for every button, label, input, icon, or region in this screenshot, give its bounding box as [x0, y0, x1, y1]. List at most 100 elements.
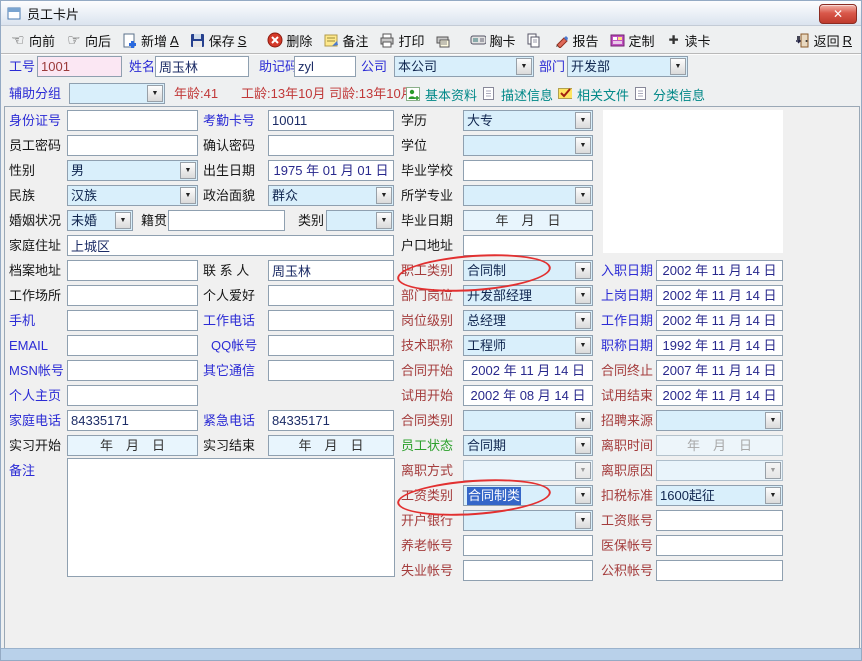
- chevron-down-icon[interactable]: [575, 337, 591, 354]
- grad-date-field[interactable]: 年 月 日: [463, 210, 593, 231]
- hukou-input[interactable]: [463, 235, 593, 256]
- pension-input[interactable]: [463, 535, 593, 556]
- contract-type-select[interactable]: [463, 410, 593, 431]
- emg-phone-input[interactable]: [268, 410, 394, 431]
- chevron-down-icon[interactable]: [575, 287, 591, 304]
- intern-start-date-field[interactable]: 年 月 日: [67, 435, 198, 456]
- tab-description-info[interactable]: 描述信息: [501, 85, 553, 104]
- other-comm-input[interactable]: [268, 360, 394, 381]
- salary-acct-input[interactable]: [656, 510, 783, 531]
- hire-date-field[interactable]: 2002 年 11 月 14 日: [656, 260, 783, 281]
- att-card-input[interactable]: [268, 110, 394, 131]
- emp-type-select[interactable]: 合同制: [463, 260, 593, 281]
- birth-date-field[interactable]: 1975 年 01 月 01 日: [268, 160, 394, 181]
- company-select[interactable]: 本公司: [394, 56, 534, 77]
- marital-select[interactable]: 未婚: [67, 210, 133, 231]
- tech-title-select[interactable]: 工程师: [463, 335, 593, 356]
- department-select[interactable]: 开发部: [567, 56, 688, 77]
- chevron-down-icon[interactable]: [516, 58, 532, 75]
- workplace-input[interactable]: [67, 285, 198, 306]
- mobile-input[interactable]: [67, 310, 198, 331]
- close-button[interactable]: ✕: [819, 4, 857, 24]
- chevron-down-icon[interactable]: [575, 312, 591, 329]
- intern-end-date-field[interactable]: 年 月 日: [268, 435, 394, 456]
- chevron-down-icon[interactable]: [765, 487, 781, 504]
- print-button[interactable]: 打印: [376, 30, 427, 51]
- email-input[interactable]: [67, 335, 198, 356]
- ethnic-select[interactable]: 汉族: [67, 185, 198, 206]
- trial-end-date-field[interactable]: 2002 年 11 月 14 日: [656, 385, 783, 406]
- archive-addr-input[interactable]: [67, 260, 198, 281]
- customize-button[interactable]: 定制: [606, 30, 657, 51]
- work-phone-input[interactable]: [268, 310, 394, 331]
- tab-related-files[interactable]: 相关文件: [577, 85, 629, 104]
- post-level-select[interactable]: 总经理: [463, 310, 593, 331]
- chevron-down-icon[interactable]: [575, 437, 591, 454]
- contract-end-date-field[interactable]: 2007 年 11 月 14 日: [656, 360, 783, 381]
- return-button[interactable]: 返回R: [792, 30, 855, 51]
- recruit-select[interactable]: [656, 410, 783, 431]
- print-preview-button[interactable]: [432, 31, 454, 49]
- political-select[interactable]: 群众: [268, 185, 394, 206]
- copy-card-button[interactable]: [523, 31, 545, 49]
- chevron-down-icon[interactable]: [575, 137, 591, 154]
- chevron-down-icon[interactable]: [765, 412, 781, 429]
- chevron-down-icon[interactable]: [575, 412, 591, 429]
- homepage-input[interactable]: [67, 385, 198, 406]
- contract-start-date-field[interactable]: 2002 年 11 月 14 日: [463, 360, 593, 381]
- work-date-field[interactable]: 2002 年 11 月 14 日: [656, 310, 783, 331]
- chevron-down-icon[interactable]: [147, 85, 163, 102]
- chevron-down-icon[interactable]: [575, 112, 591, 129]
- mnemonic-input[interactable]: [294, 56, 356, 77]
- tax-std-select[interactable]: 1600起征: [656, 485, 783, 506]
- chevron-down-icon[interactable]: [180, 162, 196, 179]
- next-button[interactable]: 向后: [63, 30, 114, 51]
- emp-status-select[interactable]: 合同期: [463, 435, 593, 456]
- report-button[interactable]: 报告: [550, 30, 601, 51]
- emp-no-input[interactable]: [37, 56, 122, 77]
- chevron-down-icon[interactable]: [115, 212, 131, 229]
- new-button[interactable]: 新增A: [119, 30, 182, 51]
- delete-button[interactable]: 删除: [264, 30, 315, 51]
- aux-group-select[interactable]: [69, 83, 165, 104]
- home-addr-input[interactable]: [67, 235, 394, 256]
- save-button[interactable]: 保存S: [187, 30, 250, 51]
- trial-start-date-field[interactable]: 2002 年 08 月 14 日: [463, 385, 593, 406]
- birthplace-input[interactable]: [168, 210, 285, 231]
- chevron-down-icon[interactable]: [575, 512, 591, 529]
- school-input[interactable]: [463, 160, 593, 181]
- hobby-input[interactable]: [268, 285, 394, 306]
- chevron-down-icon[interactable]: [575, 487, 591, 504]
- chevron-down-icon[interactable]: [180, 187, 196, 204]
- unemployment-input[interactable]: [463, 560, 593, 581]
- fund-input[interactable]: [656, 560, 783, 581]
- major-select[interactable]: [463, 185, 593, 206]
- medical-input[interactable]: [656, 535, 783, 556]
- contact-input[interactable]: [268, 260, 394, 281]
- prev-button[interactable]: 向前: [7, 30, 58, 51]
- readcard-button[interactable]: 读卡: [663, 30, 714, 51]
- pwd2-input[interactable]: [268, 135, 394, 156]
- chevron-down-icon[interactable]: [376, 187, 392, 204]
- edu-select[interactable]: 大专: [463, 110, 593, 131]
- chevron-down-icon[interactable]: [670, 58, 686, 75]
- msn-input[interactable]: [67, 360, 198, 381]
- category-select[interactable]: [326, 210, 394, 231]
- bank-select[interactable]: [463, 510, 593, 531]
- badge-button[interactable]: 胸卡: [467, 30, 518, 51]
- tab-category-info[interactable]: 分类信息: [653, 85, 705, 104]
- degree-select[interactable]: [463, 135, 593, 156]
- dept-post-select[interactable]: 开发部经理: [463, 285, 593, 306]
- name-input[interactable]: [155, 56, 249, 77]
- qq-input[interactable]: [268, 335, 394, 356]
- title-date-field[interactable]: 1992 年 11 月 14 日: [656, 335, 783, 356]
- salary-type-select[interactable]: 合同制类: [463, 485, 593, 506]
- id-no-input[interactable]: [67, 110, 198, 131]
- remark-textarea[interactable]: [67, 458, 395, 577]
- tab-basic-info[interactable]: 基本资料: [425, 85, 477, 104]
- home-phone-input[interactable]: [67, 410, 198, 431]
- onduty-date-field[interactable]: 2002 年 11 月 14 日: [656, 285, 783, 306]
- chevron-down-icon[interactable]: [575, 262, 591, 279]
- note-button[interactable]: 备注: [320, 30, 371, 51]
- chevron-down-icon[interactable]: [376, 212, 392, 229]
